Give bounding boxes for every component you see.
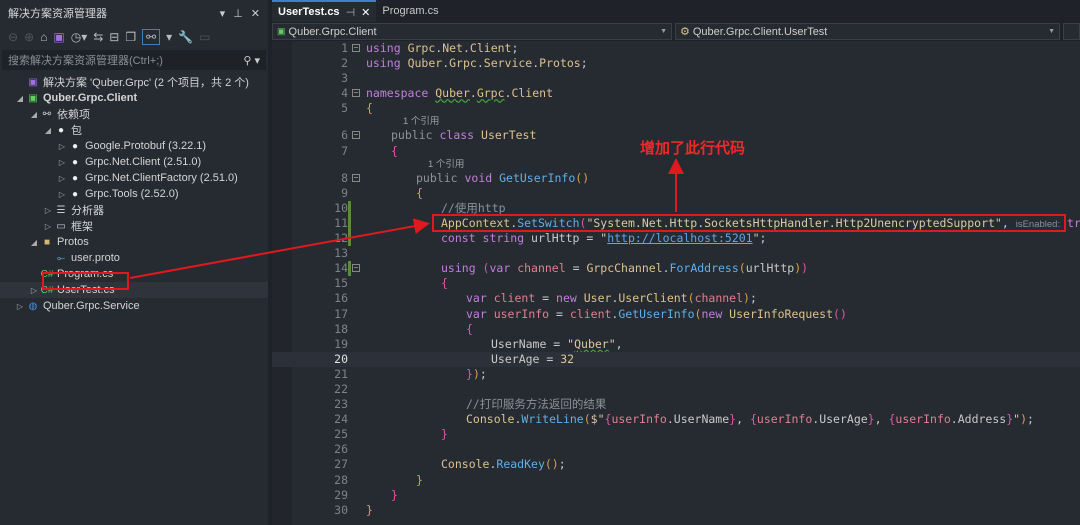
arrow-tree-to-code: [129, 218, 430, 279]
annotation-arrows: [129, 158, 684, 279]
annotation-note: 增加了此行代码: [640, 140, 746, 157]
